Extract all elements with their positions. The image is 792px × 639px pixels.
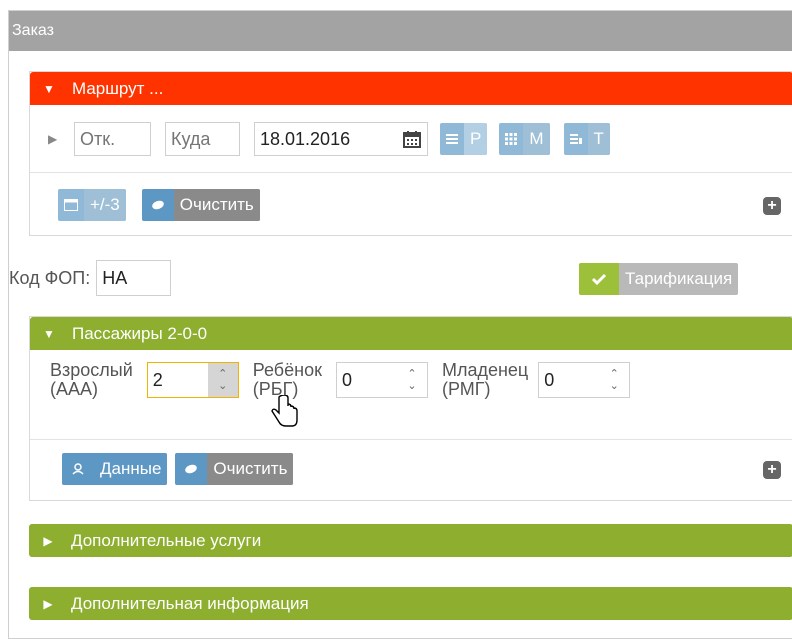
date-value[interactable]: 18.01.2016 <box>255 123 397 155</box>
hand-cursor-icon <box>271 395 298 427</box>
caret-down-icon: ▼ <box>43 81 55 96</box>
chevron-down-icon: ⌄ <box>609 380 619 392</box>
passenger-actions: Данные Очистить <box>62 453 294 485</box>
passengers-header-label: Пассажиры 2-0-0 <box>72 323 208 343</box>
t-button[interactable]: Т <box>563 123 610 155</box>
adult-spinner[interactable]: ⌃ ⌄ <box>207 363 238 397</box>
extra-info-section: ▶ Дополнительная информация <box>29 587 792 620</box>
p-button[interactable]: Р <box>440 123 488 155</box>
calendar-small-icon <box>58 189 84 221</box>
extra-info-label: Дополнительная информация <box>71 593 309 613</box>
eraser-icon <box>142 189 174 221</box>
fop-label: Код ФОП: <box>9 267 91 288</box>
from-input[interactable] <box>74 122 151 156</box>
child-label: Ребёнок (РБГ) <box>252 360 322 399</box>
calendar-icon[interactable] <box>397 129 427 149</box>
plus-icon[interactable]: + <box>763 197 781 215</box>
caret-right-icon: ▶ <box>43 596 53 611</box>
chevron-down-icon: ⌄ <box>407 380 417 392</box>
passengers-header[interactable]: ▼ Пассажиры 2-0-0 <box>30 317 792 350</box>
chevron-up-icon: ⌃ <box>218 368 228 380</box>
table-icon <box>564 123 588 155</box>
user-icon <box>62 453 94 485</box>
check-icon <box>579 263 619 295</box>
caret-right-icon: ▶ <box>43 533 53 548</box>
order-window: Заказ ▼ Маршрут ... ▶ 18.01.2016 Р М <box>8 10 792 639</box>
to-input[interactable] <box>165 122 240 156</box>
infant-value[interactable]: 0 <box>539 363 600 397</box>
passenger-data-button[interactable]: Данные <box>62 453 168 485</box>
caret-right-icon[interactable]: ▶ <box>48 132 64 146</box>
extra-info-header[interactable]: ▶ Дополнительная информация <box>29 587 792 620</box>
eraser-icon <box>175 453 207 485</box>
adult-stepper[interactable]: 2 ⌃ ⌄ <box>146 362 239 398</box>
adult-label: Взрослый (ААА) <box>50 360 133 399</box>
grid-icon <box>499 123 523 155</box>
m-button[interactable]: М <box>499 123 550 155</box>
child-stepper[interactable]: 0 ⌃ ⌄ <box>335 362 428 398</box>
route-clear-button[interactable]: Очистить <box>141 189 260 221</box>
extra-services-header[interactable]: ▶ Дополнительные услуги <box>29 524 792 557</box>
passenger-clear-button[interactable]: Очистить <box>175 453 294 485</box>
infant-stepper[interactable]: 0 ⌃ ⌄ <box>538 362 631 398</box>
caret-down-icon: ▼ <box>43 326 55 341</box>
infant-spinner[interactable]: ⌃ ⌄ <box>599 363 630 397</box>
route-header-label: Маршрут ... <box>72 78 164 98</box>
route-row: ▶ 18.01.2016 Р М Т <box>48 122 610 156</box>
extra-services-label: Дополнительные услуги <box>71 530 262 550</box>
child-value[interactable]: 0 <box>336 363 397 397</box>
window-title: Заказ <box>9 11 792 51</box>
passengers-section: ▼ Пассажиры 2-0-0 Взрослый (ААА) 2 ⌃ ⌄ Ре… <box>29 316 792 501</box>
chevron-up-icon: ⌃ <box>407 368 417 380</box>
chevron-up-icon: ⌃ <box>609 368 619 380</box>
passenger-counts: Взрослый (ААА) 2 ⌃ ⌄ Ребёнок (РБГ) 0 ⌃ ⌄ М… <box>50 360 631 399</box>
plus-icon[interactable]: + <box>763 461 781 479</box>
route-section: ▼ Маршрут ... ▶ 18.01.2016 Р М <box>29 71 792 236</box>
date-field[interactable]: 18.01.2016 <box>254 122 428 156</box>
route-actions: +/-3 Очистить <box>58 189 260 221</box>
child-spinner[interactable]: ⌃ ⌄ <box>396 363 427 397</box>
fop-row: Код ФОП: НА <box>9 260 172 296</box>
tariff-button[interactable]: Тарификация <box>579 263 739 295</box>
route-header[interactable]: ▼ Маршрут ... <box>30 72 792 105</box>
extra-services-section: ▶ Дополнительные услуги <box>29 524 792 557</box>
adult-value[interactable]: 2 <box>147 363 208 397</box>
fop-input[interactable]: НА <box>96 260 172 296</box>
list-icon <box>440 123 464 155</box>
infant-label: Младенец (РМГ) <box>441 360 529 399</box>
range-button[interactable]: +/-3 <box>58 189 126 221</box>
chevron-down-icon: ⌄ <box>218 380 228 392</box>
